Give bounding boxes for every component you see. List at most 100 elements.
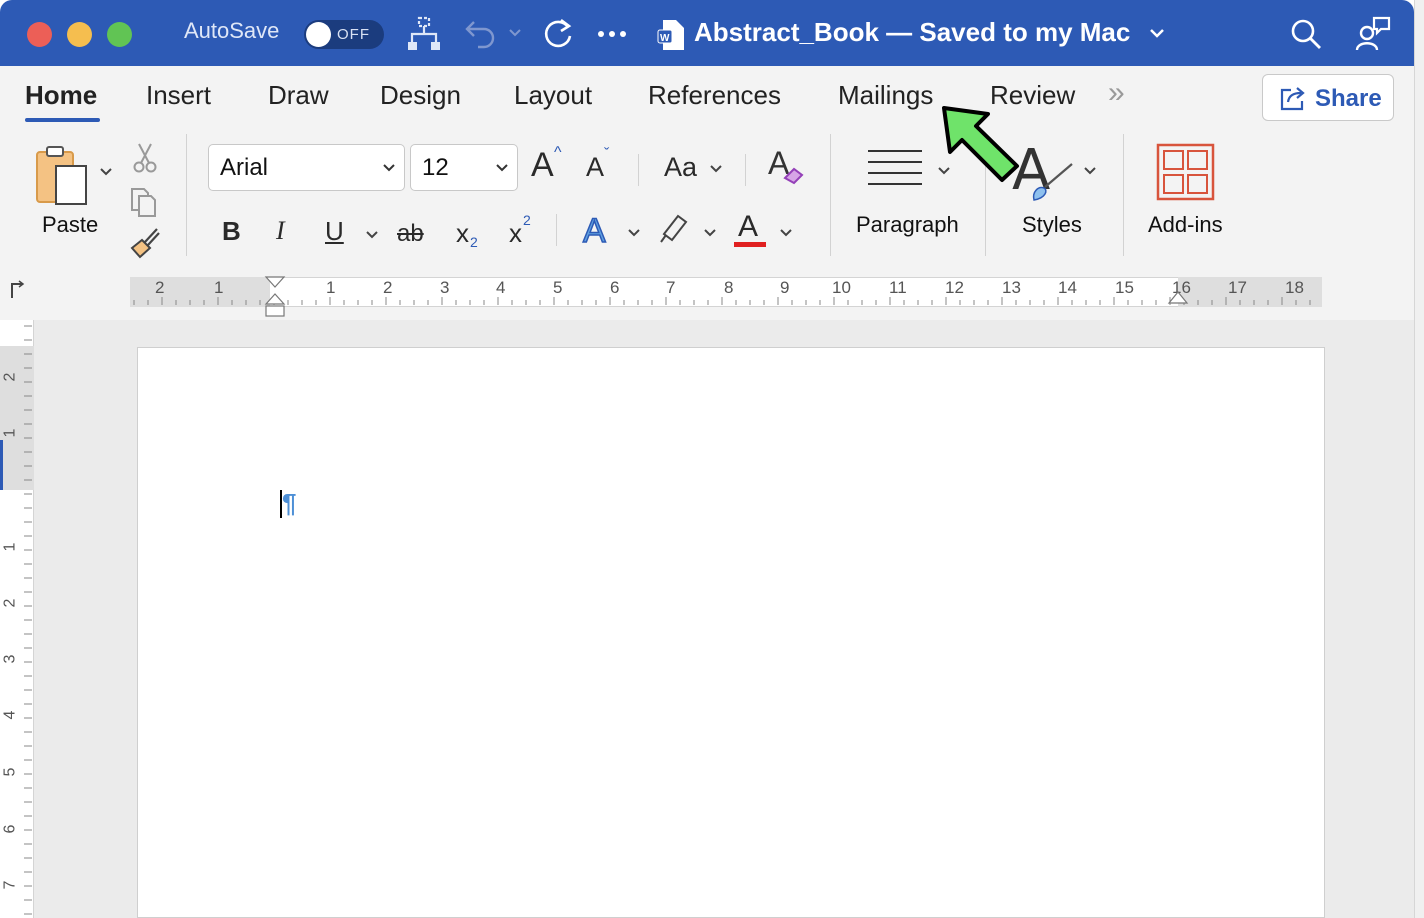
subscript-mark: 2 (470, 234, 478, 250)
undo-icon[interactable] (464, 16, 498, 50)
font-color-chevron-icon[interactable] (779, 228, 793, 238)
ribbon: Home Insert Draw Design Layout Reference… (0, 66, 1414, 274)
text-effects-chevron-icon[interactable] (627, 228, 641, 238)
font-size-value: 12 (422, 154, 449, 181)
autosave-label: AutoSave (184, 18, 280, 43)
separator (638, 154, 639, 186)
tab-selector-icon[interactable] (8, 280, 26, 300)
ruler-number: 1 (326, 278, 336, 297)
grow-font-icon[interactable]: A (531, 146, 554, 185)
change-case-chevron-icon[interactable] (709, 164, 723, 174)
cut-scissors-icon[interactable] (132, 142, 158, 174)
font-name-chevron-icon (383, 164, 395, 172)
autosave-state: OFF (337, 26, 370, 43)
more-options-icon[interactable] (597, 30, 627, 38)
vertical-ruler[interactable]: 2 1 1 2 3 4 5 6 7 (0, 320, 34, 918)
underline-chevron-icon[interactable] (365, 230, 379, 240)
ruler-number: 1 (214, 278, 224, 297)
shrink-caret-icon: ˇ (604, 146, 610, 163)
paste-label[interactable]: Paste (42, 212, 98, 238)
ruler-number: 7 (1, 880, 19, 890)
ruler-number: 18 (1285, 278, 1304, 297)
addins-grid-icon[interactable] (1156, 143, 1216, 201)
close-window-button[interactable] (27, 22, 52, 47)
ruler-number: 4 (1, 710, 19, 720)
separator (1123, 134, 1124, 256)
ruler-number: 13 (1002, 278, 1021, 297)
redo-icon[interactable] (541, 17, 575, 51)
styles-chevron-icon[interactable] (1083, 166, 1097, 176)
underline-button[interactable]: U (325, 216, 344, 247)
ruler-number: 10 (832, 278, 851, 297)
indent-marker-icon[interactable] (264, 276, 286, 318)
shrink-font-icon[interactable]: A (586, 152, 604, 183)
annotation-arrow-icon (942, 106, 1019, 182)
strikethrough-button[interactable]: ab (397, 220, 424, 248)
text-effects-icon[interactable]: A (582, 211, 606, 251)
font-name-select[interactable]: Arial (208, 144, 405, 191)
separator (186, 134, 187, 256)
document-page[interactable]: ¶ (137, 347, 1325, 918)
change-case-icon[interactable]: Aa (664, 152, 697, 183)
ruler-number: 4 (496, 278, 506, 297)
separator (745, 154, 746, 186)
share-button[interactable]: Share (1262, 74, 1394, 121)
tab-references[interactable]: References (648, 80, 781, 111)
right-indent-marker-icon[interactable] (1167, 290, 1189, 306)
undo-dropdown-chevron-icon[interactable] (508, 28, 522, 38)
ruler-number: 12 (945, 278, 964, 297)
tab-home[interactable]: Home (25, 80, 97, 111)
ruler-number: 6 (610, 278, 620, 297)
tab-design[interactable]: Design (380, 80, 461, 111)
ruler-number: 5 (1, 767, 19, 777)
share-label: Share (1315, 85, 1382, 112)
ruler-number: 2 (1, 372, 19, 382)
window-edge (1414, 0, 1424, 918)
paragraph-mark: ¶ (282, 488, 297, 518)
tab-layout[interactable]: Layout (514, 80, 592, 111)
font-color-icon[interactable]: A (738, 210, 758, 244)
clear-formatting-icon[interactable]: A (766, 146, 804, 186)
superscript-button[interactable]: x (509, 218, 522, 249)
addins-label[interactable]: Add-ins (1148, 212, 1223, 238)
ruler-number: 6 (1, 824, 19, 834)
tab-mailings[interactable]: Mailings (838, 80, 933, 111)
highlighter-icon[interactable] (658, 210, 692, 244)
paste-clipboard-icon[interactable] (34, 144, 94, 210)
autosave-toggle[interactable]: OFF (304, 20, 384, 49)
tab-draw[interactable]: Draw (268, 80, 329, 111)
ruler-number: 7 (666, 278, 676, 297)
ruler-number: 8 (724, 278, 734, 297)
copy-icon[interactable] (128, 186, 160, 218)
separator (556, 214, 557, 246)
search-icon[interactable] (1290, 18, 1322, 50)
paragraph-label[interactable]: Paragraph (856, 212, 959, 238)
active-tab-indicator (25, 118, 100, 122)
ruler-number: 1 (1, 542, 19, 552)
document-title[interactable]: Abstract_Book — Saved to my Mac (694, 17, 1130, 48)
highlighter-chevron-icon[interactable] (703, 228, 717, 238)
more-tabs-icon[interactable]: » (1108, 76, 1125, 110)
ruler-number: 15 (1115, 278, 1134, 297)
italic-button[interactable]: I (276, 216, 285, 246)
zoom-window-button[interactable] (107, 22, 132, 47)
ruler-number: 5 (553, 278, 563, 297)
title-bar: AutoSave OFF W Abstract_Book — Saved to … (0, 0, 1414, 66)
ruler-number: 2 (1, 598, 19, 608)
horizontal-ruler[interactable]: 2 1 1 2 3 4 5 6 7 8 9 10 11 12 13 14 15 … (0, 274, 1414, 320)
font-size-select[interactable]: 12 (410, 144, 518, 191)
ruler-number: 11 (889, 278, 907, 297)
bold-button[interactable]: B (222, 216, 241, 247)
toggle-knob (306, 22, 331, 47)
tab-insert[interactable]: Insert (146, 80, 211, 111)
format-painter-icon[interactable] (128, 226, 162, 260)
paste-dropdown-chevron-icon[interactable] (99, 167, 113, 177)
paragraph-align-icon[interactable] (866, 148, 926, 192)
minimize-window-button[interactable] (67, 22, 92, 47)
title-dropdown-chevron-icon[interactable] (1149, 28, 1165, 39)
sitemap-icon[interactable] (406, 16, 442, 52)
ruler-number: 3 (1, 654, 19, 664)
subscript-button[interactable]: x (456, 218, 469, 249)
styles-label[interactable]: Styles (1022, 212, 1082, 238)
feedback-person-icon[interactable] (1355, 16, 1391, 52)
